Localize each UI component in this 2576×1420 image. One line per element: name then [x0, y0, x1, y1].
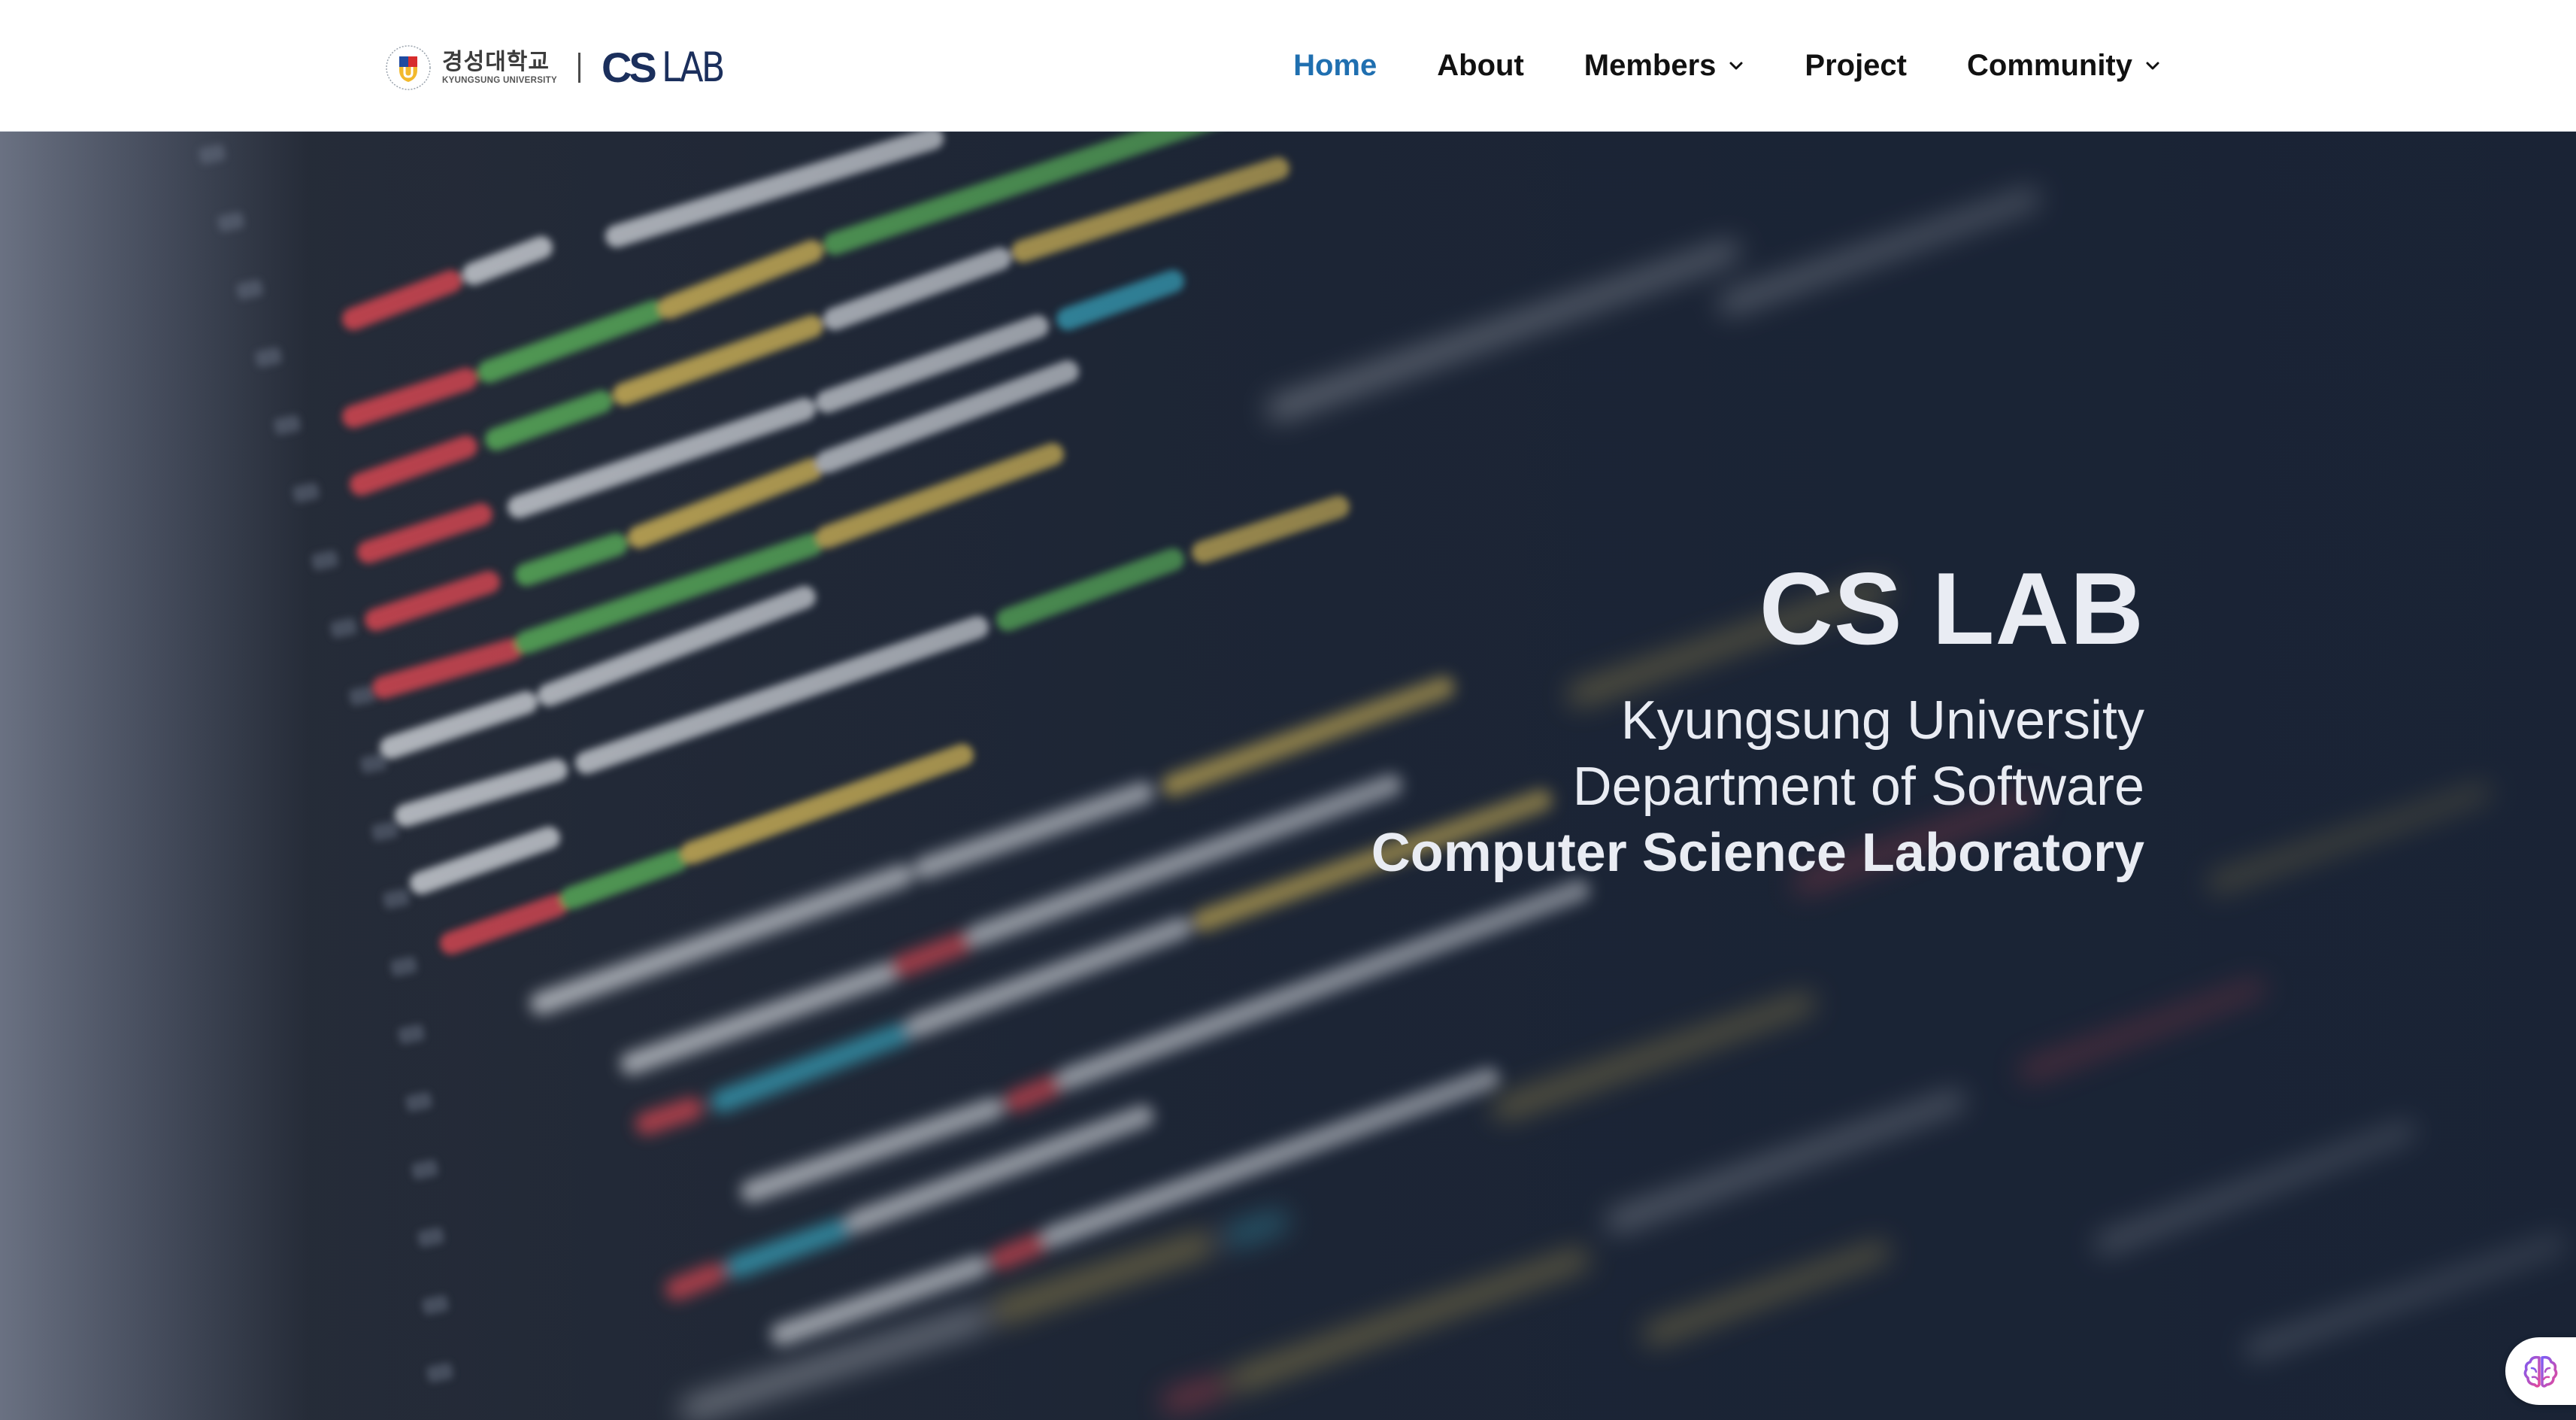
university-wordmark: 경성대학교 KYUNGSUNG UNIVERSITY	[442, 50, 557, 86]
nav-item-project[interactable]: Project	[1805, 49, 1907, 83]
university-emblem-icon	[386, 45, 431, 90]
floating-assistant-button[interactable]	[2505, 1337, 2576, 1405]
chevron-down-icon	[1729, 62, 1743, 70]
nav-item-members[interactable]: Members	[1584, 49, 1745, 83]
hero-title: CS LAB	[1759, 551, 2144, 666]
hero-university: Kyungsung University	[1620, 690, 2144, 751]
nav-item-community[interactable]: Community	[1967, 49, 2161, 83]
site-header: 경성대학교 KYUNGSUNG UNIVERSITY CS LAB Home A…	[0, 0, 2576, 132]
hero-text-block: CS LAB Kyungsung University Department o…	[791, 552, 2144, 886]
cs-lab-logo-cs: CS	[601, 44, 657, 91]
nav-item-about[interactable]: About	[1437, 49, 1524, 83]
main-nav: Home About Members Project Community	[1293, 0, 2161, 131]
nav-item-label: Members	[1583, 48, 1717, 82]
nav-item-home[interactable]: Home	[1293, 49, 1377, 83]
nav-item-label: Project	[1805, 48, 1907, 82]
logo-divider	[577, 53, 580, 83]
hero-lab-name: Computer Science Laboratory	[1371, 823, 2144, 883]
chevron-down-icon	[2146, 62, 2159, 70]
cs-lab-logo-lab: LAB	[661, 44, 725, 91]
nav-item-label: About	[1437, 48, 1524, 82]
university-name-english: KYUNGSUNG UNIVERSITY	[442, 76, 557, 85]
hero-department: Department of Software	[1572, 757, 2144, 817]
university-name-korean: 경성대학교	[442, 49, 550, 75]
cs-lab-logo: CS LAB	[601, 44, 734, 91]
nav-item-label: Community	[1967, 48, 2132, 82]
site-logo[interactable]: 경성대학교 KYUNGSUNG UNIVERSITY CS LAB	[385, 41, 734, 95]
brain-icon	[2523, 1355, 2558, 1388]
nav-item-label: Home	[1293, 48, 1377, 82]
hero-section: CS LAB Kyungsung University Department o…	[0, 131, 2576, 1420]
